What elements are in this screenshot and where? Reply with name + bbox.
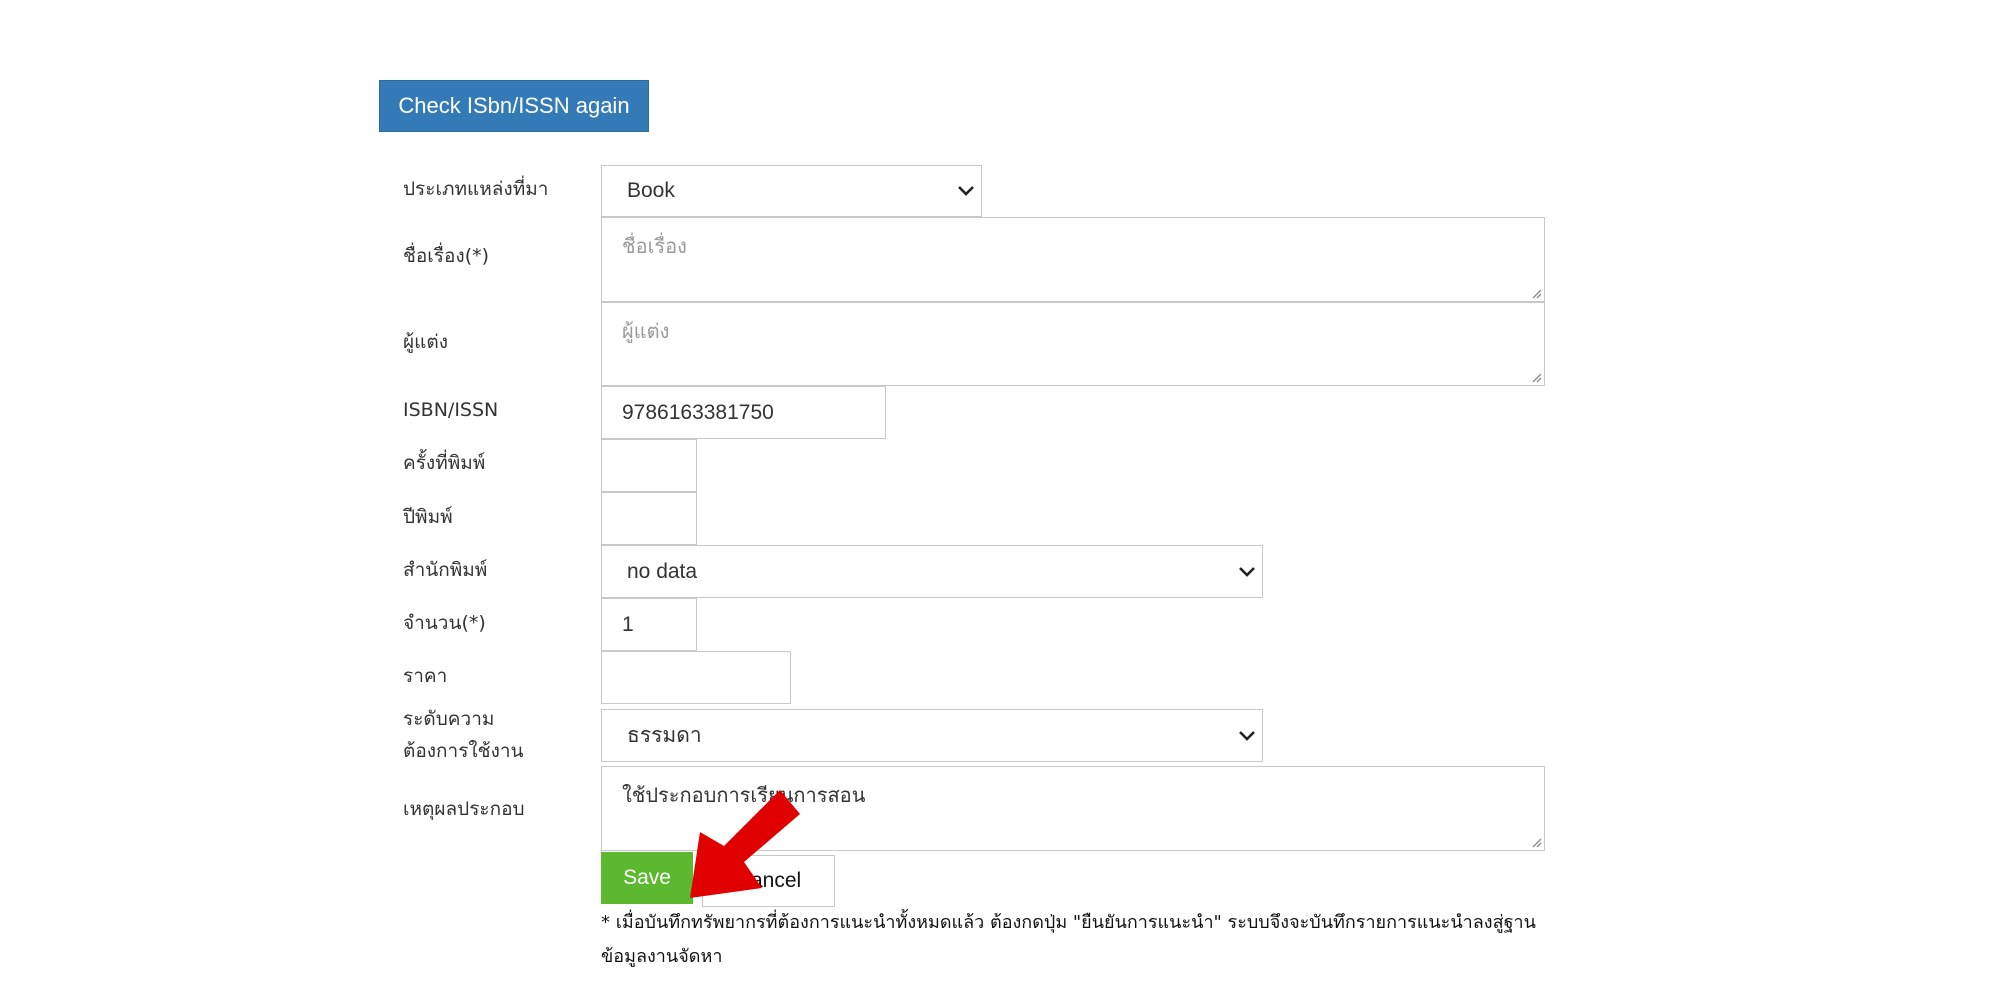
red-arrow-pointer-icon	[690, 790, 800, 898]
priority-label-line1: ระดับความ	[403, 708, 495, 730]
publisher-value: no data	[627, 559, 698, 583]
quantity-value: 1	[622, 612, 634, 636]
author-placeholder: ผู้แต่ง	[622, 319, 670, 343]
source-type-select[interactable]: Book	[601, 165, 982, 217]
chevron-down-icon	[1239, 730, 1255, 741]
year-input[interactable]	[601, 492, 697, 545]
edition-label: ครั้งที่พิมพ์	[403, 452, 486, 474]
year-label: ปีพิมพ์	[403, 506, 453, 528]
quantity-input[interactable]: 1	[601, 598, 697, 651]
author-label: ผู้แต่ง	[403, 331, 448, 353]
reason-label: เหตุผลประกอบ	[403, 798, 525, 820]
save-note: * เมื่อบันทึกทรัพยากรที่ต้องการแนะนำทั้ง…	[601, 912, 1536, 967]
publisher-label: สำนักพิมพ์	[403, 559, 488, 581]
title-label: ชื่อเรื่อง(*)	[403, 245, 490, 267]
resize-grip-icon[interactable]	[1530, 287, 1542, 299]
title-textarea[interactable]: ชื่อเรื่อง	[601, 217, 1545, 302]
quantity-label: จำนวน(*)	[403, 612, 486, 634]
source-type-label: ประเภทแหล่งที่มา	[403, 178, 549, 200]
resize-grip-icon[interactable]	[1530, 836, 1542, 848]
priority-value: ธรรมดา	[627, 724, 702, 747]
edition-input[interactable]	[601, 439, 697, 492]
isbn-value: 9786163381750	[622, 400, 774, 424]
priority-select[interactable]: ธรรมดา	[601, 709, 1263, 762]
chevron-down-icon	[958, 186, 974, 196]
source-type-value: Book	[627, 179, 675, 202]
publisher-select[interactable]: no data	[601, 545, 1263, 598]
resize-grip-icon[interactable]	[1530, 371, 1542, 383]
isbn-input[interactable]: 9786163381750	[601, 386, 886, 439]
author-textarea[interactable]: ผู้แต่ง	[601, 302, 1545, 386]
title-placeholder: ชื่อเรื่อง	[622, 234, 687, 258]
price-label: ราคา	[403, 665, 448, 687]
check-isbn-button[interactable]: Check ISbn/ISSN again	[379, 80, 649, 132]
chevron-down-icon	[1239, 566, 1255, 577]
priority-label-line2: ต้องการใช้งาน	[403, 740, 524, 762]
price-input[interactable]	[601, 651, 791, 704]
isbn-label: ISBN/ISSN	[403, 399, 499, 421]
